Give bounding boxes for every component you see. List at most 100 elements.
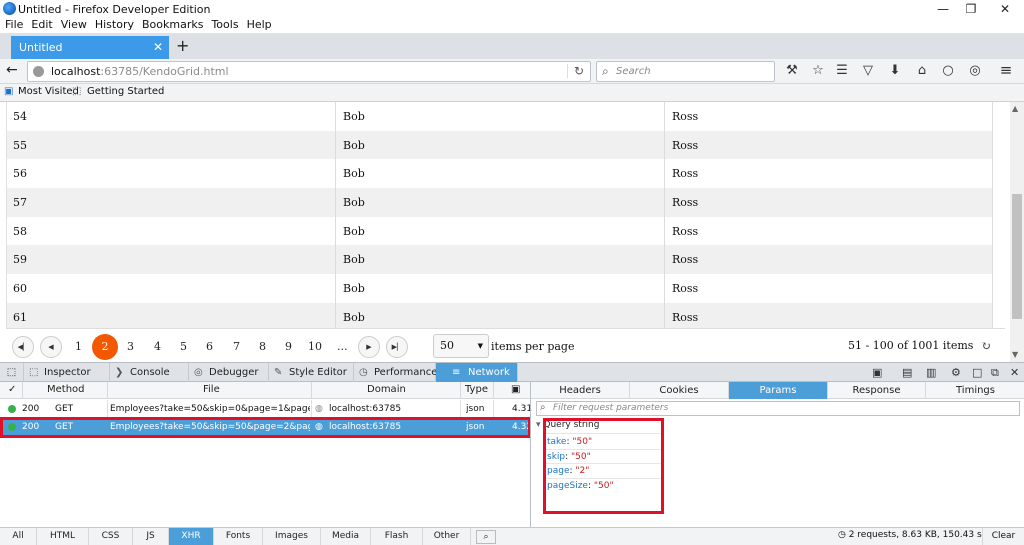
page-link-8[interactable]: 8: [259, 340, 266, 353]
tab-params[interactable]: Params: [729, 382, 828, 399]
refresh-icon[interactable]: ↻: [981, 339, 991, 353]
undock-icon[interactable]: ⧉: [991, 366, 999, 380]
column-method[interactable]: Method: [47, 384, 85, 395]
split-console-icon[interactable]: ▣: [872, 366, 882, 379]
menu-help[interactable]: Help: [243, 17, 276, 33]
menu-view[interactable]: View: [57, 17, 91, 33]
tab-console[interactable]: ❯ Console: [110, 363, 189, 382]
filter-all[interactable]: All: [0, 528, 37, 545]
first-page-button[interactable]: ◀▏: [12, 336, 34, 358]
responsive-icon[interactable]: ▥: [926, 366, 936, 379]
table-row[interactable]: 58 Bob Ross: [7, 217, 992, 246]
items-per-page-label: items per page: [491, 340, 575, 353]
back-arrow-icon[interactable]: ←: [6, 62, 18, 78]
page-link-9[interactable]: 9: [285, 340, 292, 353]
tab-network[interactable]: ≡ Network: [436, 363, 518, 382]
table-row[interactable]: 54 Bob Ross: [7, 102, 992, 131]
page-scrollbar[interactable]: ▲ ▼: [1010, 102, 1024, 362]
filter-js[interactable]: JS: [133, 528, 169, 545]
bookmark-most-visited[interactable]: Most Visited: [18, 86, 79, 97]
close-tab-icon[interactable]: ✕: [153, 36, 163, 59]
page-link-5[interactable]: 5: [180, 340, 187, 353]
page-link-more[interactable]: ...: [337, 340, 348, 353]
new-tab-button[interactable]: +: [176, 36, 189, 56]
tab-timings[interactable]: Timings: [926, 382, 1024, 399]
column-domain[interactable]: Domain: [367, 384, 406, 395]
filter-images[interactable]: Images: [263, 528, 321, 545]
tab-cookies[interactable]: Cookies: [630, 382, 729, 399]
page-link-3[interactable]: 3: [127, 340, 134, 353]
request-status: 200: [22, 404, 40, 414]
page-link-1[interactable]: 1: [75, 340, 82, 353]
tab-untitled[interactable]: Untitled ✕: [11, 36, 169, 59]
dock-icon[interactable]: □: [972, 366, 982, 379]
star-icon[interactable]: ☆: [808, 63, 828, 78]
search-filter-icon[interactable]: ⌕: [476, 530, 496, 544]
scroll-up-icon[interactable]: ▲: [1012, 104, 1018, 113]
timeline-icon[interactable]: ▣: [511, 384, 520, 395]
screenshot-icon[interactable]: ▤: [902, 366, 912, 379]
next-page-button[interactable]: ▶: [358, 336, 380, 358]
page-link-10[interactable]: 10: [308, 340, 322, 353]
close-window-button[interactable]: ✕: [991, 0, 1019, 18]
page-link-6[interactable]: 6: [206, 340, 213, 353]
filter-html[interactable]: HTML: [37, 528, 89, 545]
filter-media[interactable]: Media: [321, 528, 371, 545]
scroll-down-icon[interactable]: ▼: [1012, 350, 1018, 359]
column-type[interactable]: Type: [465, 384, 488, 395]
page-link-7[interactable]: 7: [233, 340, 240, 353]
url-bar[interactable]: localhost:63785/KendoGrid.html ↻: [27, 61, 591, 82]
tab-debugger[interactable]: ◎ Debugger: [189, 363, 269, 382]
scrollbar-thumb[interactable]: [1012, 194, 1022, 319]
clear-button[interactable]: Clear: [982, 528, 1024, 545]
search-icon: ⌕: [540, 402, 546, 413]
reload-icon[interactable]: ↻: [566, 64, 584, 78]
reading-list-icon[interactable]: ☰: [832, 63, 852, 78]
firefox-logo-icon: [3, 2, 16, 15]
menu-history[interactable]: History: [91, 17, 138, 33]
request-row[interactable]: 200 GET Employees?take=50&skip=0&page=1&…: [0, 400, 532, 418]
table-row[interactable]: 61 Bob Ross: [7, 302, 992, 328]
home-icon[interactable]: ⌂: [912, 63, 932, 78]
page-size-select[interactable]: 50 ▼: [433, 334, 489, 358]
table-row[interactable]: 56 Bob Ross: [7, 159, 992, 188]
table-row[interactable]: 60 Bob Ross: [7, 274, 992, 303]
table-row[interactable]: 59 Bob Ross: [7, 245, 992, 275]
filter-other[interactable]: Other: [423, 528, 471, 545]
site-info-icon[interactable]: [33, 66, 44, 77]
download-icon[interactable]: ⬇: [885, 63, 905, 78]
menu-icon[interactable]: ≡: [996, 61, 1016, 79]
page-link-4[interactable]: 4: [154, 340, 161, 353]
menu-bookmarks[interactable]: Bookmarks: [138, 17, 207, 33]
close-devtools-icon[interactable]: ✕: [1010, 366, 1019, 379]
tab-response[interactable]: Response: [828, 382, 926, 399]
filter-params-input[interactable]: ⌕ Filter request parameters: [536, 401, 1020, 416]
wrench-icon[interactable]: ⚒: [782, 63, 802, 78]
restore-button[interactable]: ❐: [957, 0, 985, 18]
menu-edit[interactable]: Edit: [27, 17, 56, 33]
filter-fonts[interactable]: Fonts: [214, 528, 263, 545]
filter-flash[interactable]: Flash: [371, 528, 423, 545]
palette-icon[interactable]: ◎: [965, 63, 985, 78]
filter-xhr[interactable]: XHR: [169, 528, 214, 545]
table-row[interactable]: 57 Bob Ross: [7, 188, 992, 217]
menu-file[interactable]: File: [0, 17, 27, 33]
tab-style-editor[interactable]: ✎ Style Editor: [269, 363, 354, 382]
pocket-icon[interactable]: ▽: [858, 63, 878, 78]
minimize-button[interactable]: —: [929, 0, 957, 18]
search-input[interactable]: ⌕ Search: [596, 61, 775, 82]
element-picker-icon[interactable]: ⬚: [0, 363, 24, 382]
gear-icon[interactable]: ⚙: [951, 366, 961, 379]
tab-performance[interactable]: ◷ Performance: [354, 363, 437, 382]
prev-page-button[interactable]: ◀: [40, 336, 62, 358]
chat-icon[interactable]: ○: [938, 63, 958, 78]
table-row[interactable]: 55 Bob Ross: [7, 130, 992, 160]
column-file[interactable]: File: [203, 384, 220, 395]
bookmark-getting-started[interactable]: Getting Started: [87, 86, 164, 97]
tab-headers[interactable]: Headers: [531, 382, 630, 399]
filter-css[interactable]: CSS: [89, 528, 133, 545]
last-page-button[interactable]: ▶▏: [386, 336, 408, 358]
menu-tools[interactable]: Tools: [207, 17, 242, 33]
pane-splitter[interactable]: [530, 399, 531, 527]
tab-inspector[interactable]: ⬚ Inspector: [24, 363, 110, 382]
